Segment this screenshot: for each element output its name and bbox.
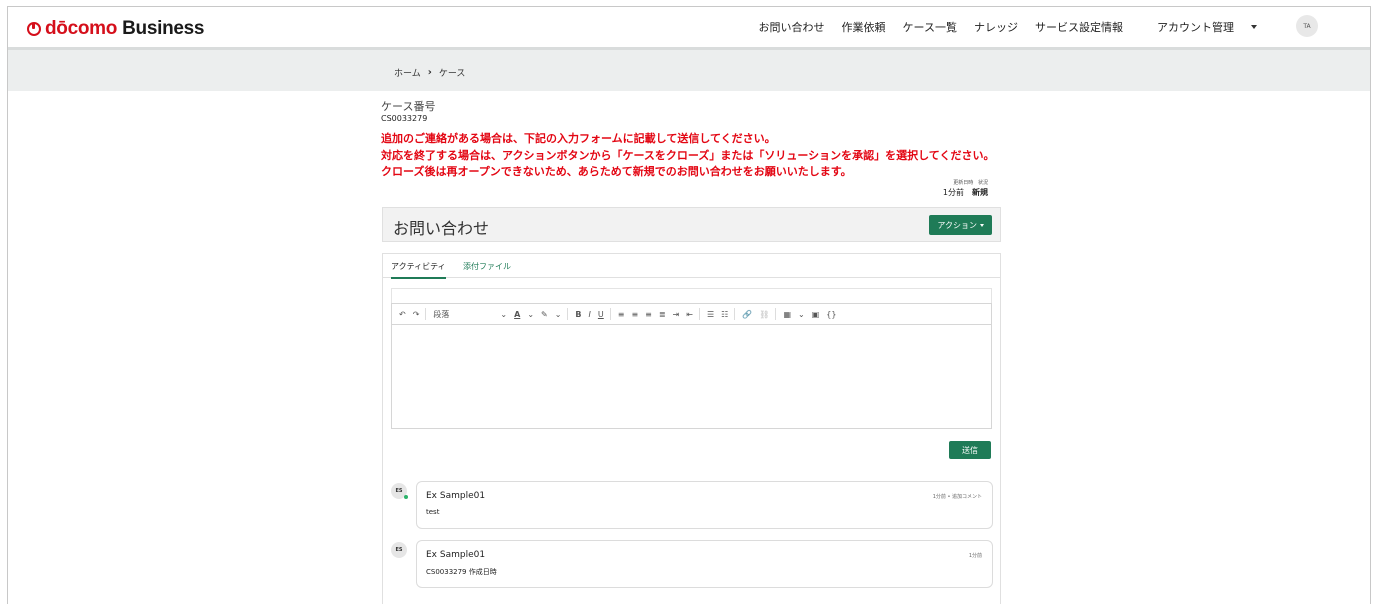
- comment-avatar-initials: ES: [395, 547, 403, 553]
- code-icon[interactable]: {}: [826, 310, 836, 319]
- nav-item-service-settings[interactable]: サービス設定情報: [1035, 19, 1123, 35]
- comment-card: Ex Sample01 1分前 CS0033279 作成日時: [416, 540, 993, 588]
- comment-avatar: ES: [391, 483, 408, 499]
- bullet-list-icon[interactable]: ☰: [707, 310, 714, 319]
- comment-body: test: [426, 508, 440, 516]
- toolbar-divider: [425, 308, 427, 320]
- notice-line-1: 追加のご連絡がある場合は、下記の入力フォームに記載して送信してください。: [381, 132, 776, 145]
- align-right-icon[interactable]: ≡: [645, 310, 652, 319]
- indent-icon[interactable]: ⇥: [673, 310, 680, 319]
- updated-value: 1分前: [942, 188, 964, 197]
- docomo-power-icon: [27, 22, 41, 36]
- table-icon[interactable]: ▦: [783, 310, 791, 319]
- redo-icon[interactable]: ↷: [413, 310, 420, 319]
- tab-attachments[interactable]: 添付ファイル: [463, 261, 511, 272]
- chevron-down-icon: [1251, 25, 1257, 29]
- updated-label: 更新日時: [953, 180, 974, 186]
- editor-container: [391, 288, 992, 303]
- unlink-icon[interactable]: ⛓: [759, 310, 769, 319]
- toolbar-divider: [734, 308, 736, 320]
- link-icon[interactable]: 🔗: [742, 310, 752, 319]
- align-left-icon[interactable]: ≡: [618, 310, 625, 319]
- comment-meta: 1分前: [968, 553, 982, 559]
- toolbar-divider: [567, 308, 569, 320]
- toolbar-divider: [698, 308, 700, 320]
- tab-activity[interactable]: アクティビティ: [391, 261, 446, 279]
- comment-editor[interactable]: ↶ ↷ 段落 ⌄ A ⌄ ✎ ⌄ B I U ≡ ≡ ≡ ≣ ⇥ ⇤ ☰ ☷ 🔗…: [391, 303, 992, 429]
- editor-toolbar: ↶ ↷ 段落 ⌄ A ⌄ ✎ ⌄ B I U ≡ ≡ ≡ ≣ ⇥ ⇤ ☰ ☷ 🔗…: [392, 304, 991, 325]
- font-color-icon[interactable]: A: [514, 310, 520, 319]
- docomo-business-logo[interactable]: dōcomo Business: [27, 18, 204, 40]
- numbered-list-icon[interactable]: ☷: [721, 310, 728, 319]
- paragraph-format-label: 段落: [433, 309, 450, 319]
- align-justify-icon[interactable]: ≣: [659, 310, 666, 319]
- online-status-icon: [404, 495, 408, 499]
- chevron-down-icon[interactable]: ⌄: [798, 310, 805, 319]
- undo-icon[interactable]: ↶: [399, 310, 406, 319]
- comment-body: CS0033279 作成日時: [426, 568, 497, 576]
- case-number: CS0033279: [381, 114, 428, 123]
- case-meta: 更新日時 状況 1分前 新規: [943, 179, 988, 198]
- nav-item-knowledge[interactable]: ナレッジ: [974, 19, 1018, 35]
- paragraph-format-select[interactable]: 段落: [433, 309, 493, 320]
- chevron-down-icon[interactable]: ⌄: [527, 310, 534, 319]
- chevron-down-icon[interactable]: ⌄: [555, 310, 562, 319]
- chevron-right-icon: ›: [427, 67, 432, 78]
- browser-frame: dōcomo Business お問い合わせ 作業依頼 ケース一覧 ナレッジ サ…: [7, 6, 1371, 604]
- action-button-label: アクション: [937, 220, 977, 230]
- nav-item-inquiry[interactable]: お問い合わせ: [759, 19, 825, 35]
- chevron-down-icon[interactable]: ⌄: [500, 310, 507, 319]
- nav-item-work-request[interactable]: 作業依頼: [842, 19, 886, 35]
- toolbar-divider: [775, 308, 777, 320]
- comment-author: Ex Sample01: [426, 491, 486, 501]
- comment-author: Ex Sample01: [426, 550, 486, 560]
- site-header: dōcomo Business お問い合わせ 作業依頼 ケース一覧 ナレッジ サ…: [8, 7, 1370, 50]
- chevron-down-icon: [980, 223, 984, 227]
- status-label: 状況: [977, 180, 988, 186]
- comment-card: Ex Sample01 1分前 • 追加コメント test: [416, 481, 993, 529]
- breadcrumb-current: ケース: [438, 69, 466, 79]
- notice-line-3: クローズ後は再オープンできないため、あらためて新規でのお問い合わせをお願いいたし…: [381, 165, 852, 178]
- user-avatar[interactable]: TA: [1296, 15, 1318, 37]
- breadcrumb-home[interactable]: ホーム: [394, 66, 421, 79]
- page-title: お問い合わせ: [393, 219, 490, 238]
- image-icon[interactable]: ▣: [812, 310, 820, 319]
- case-number-label: ケース番号: [381, 100, 436, 113]
- notice-line-2: 対応を終了する場合は、アクションボタンから「ケースをクローズ」または「ソリューシ…: [381, 149, 995, 162]
- logo-docomo-text: dōcomo: [45, 18, 118, 39]
- case-title-bar: お問い合わせ アクション: [382, 207, 1001, 242]
- tab-bar: アクティビティ 添付ファイル: [383, 254, 1000, 279]
- nav-item-case-list[interactable]: ケース一覧: [903, 19, 957, 35]
- status-value: 新規: [972, 188, 988, 197]
- send-button[interactable]: 送信: [949, 441, 991, 459]
- italic-icon[interactable]: I: [589, 310, 591, 319]
- bold-icon[interactable]: B: [575, 310, 581, 319]
- action-button[interactable]: アクション: [929, 215, 992, 235]
- main-nav: お問い合わせ 作業依頼 ケース一覧 ナレッジ サービス設定情報 アカウント管理: [742, 19, 1314, 35]
- comment-avatar-initials: ES: [395, 488, 403, 494]
- logo-business-text: Business: [122, 18, 205, 39]
- underline-icon[interactable]: U: [598, 310, 604, 319]
- highlight-color-icon[interactable]: ✎: [541, 310, 548, 319]
- breadcrumb-bar: ホーム › ケース: [8, 50, 1370, 91]
- outdent-icon[interactable]: ⇤: [686, 310, 693, 319]
- align-center-icon[interactable]: ≡: [631, 310, 638, 319]
- comment-avatar: ES: [391, 542, 407, 558]
- comment-meta: 1分前 • 追加コメント: [932, 494, 982, 500]
- nav-item-account-label: アカウント管理: [1157, 21, 1234, 34]
- case-panel: アクティビティ 添付ファイル ↶ ↷ 段落 ⌄ A ⌄ ✎ ⌄ B I U ≡: [382, 253, 1001, 604]
- nav-item-account-management[interactable]: アカウント管理: [1140, 19, 1257, 35]
- breadcrumb: ホーム › ケース: [394, 66, 465, 79]
- toolbar-divider: [609, 308, 611, 320]
